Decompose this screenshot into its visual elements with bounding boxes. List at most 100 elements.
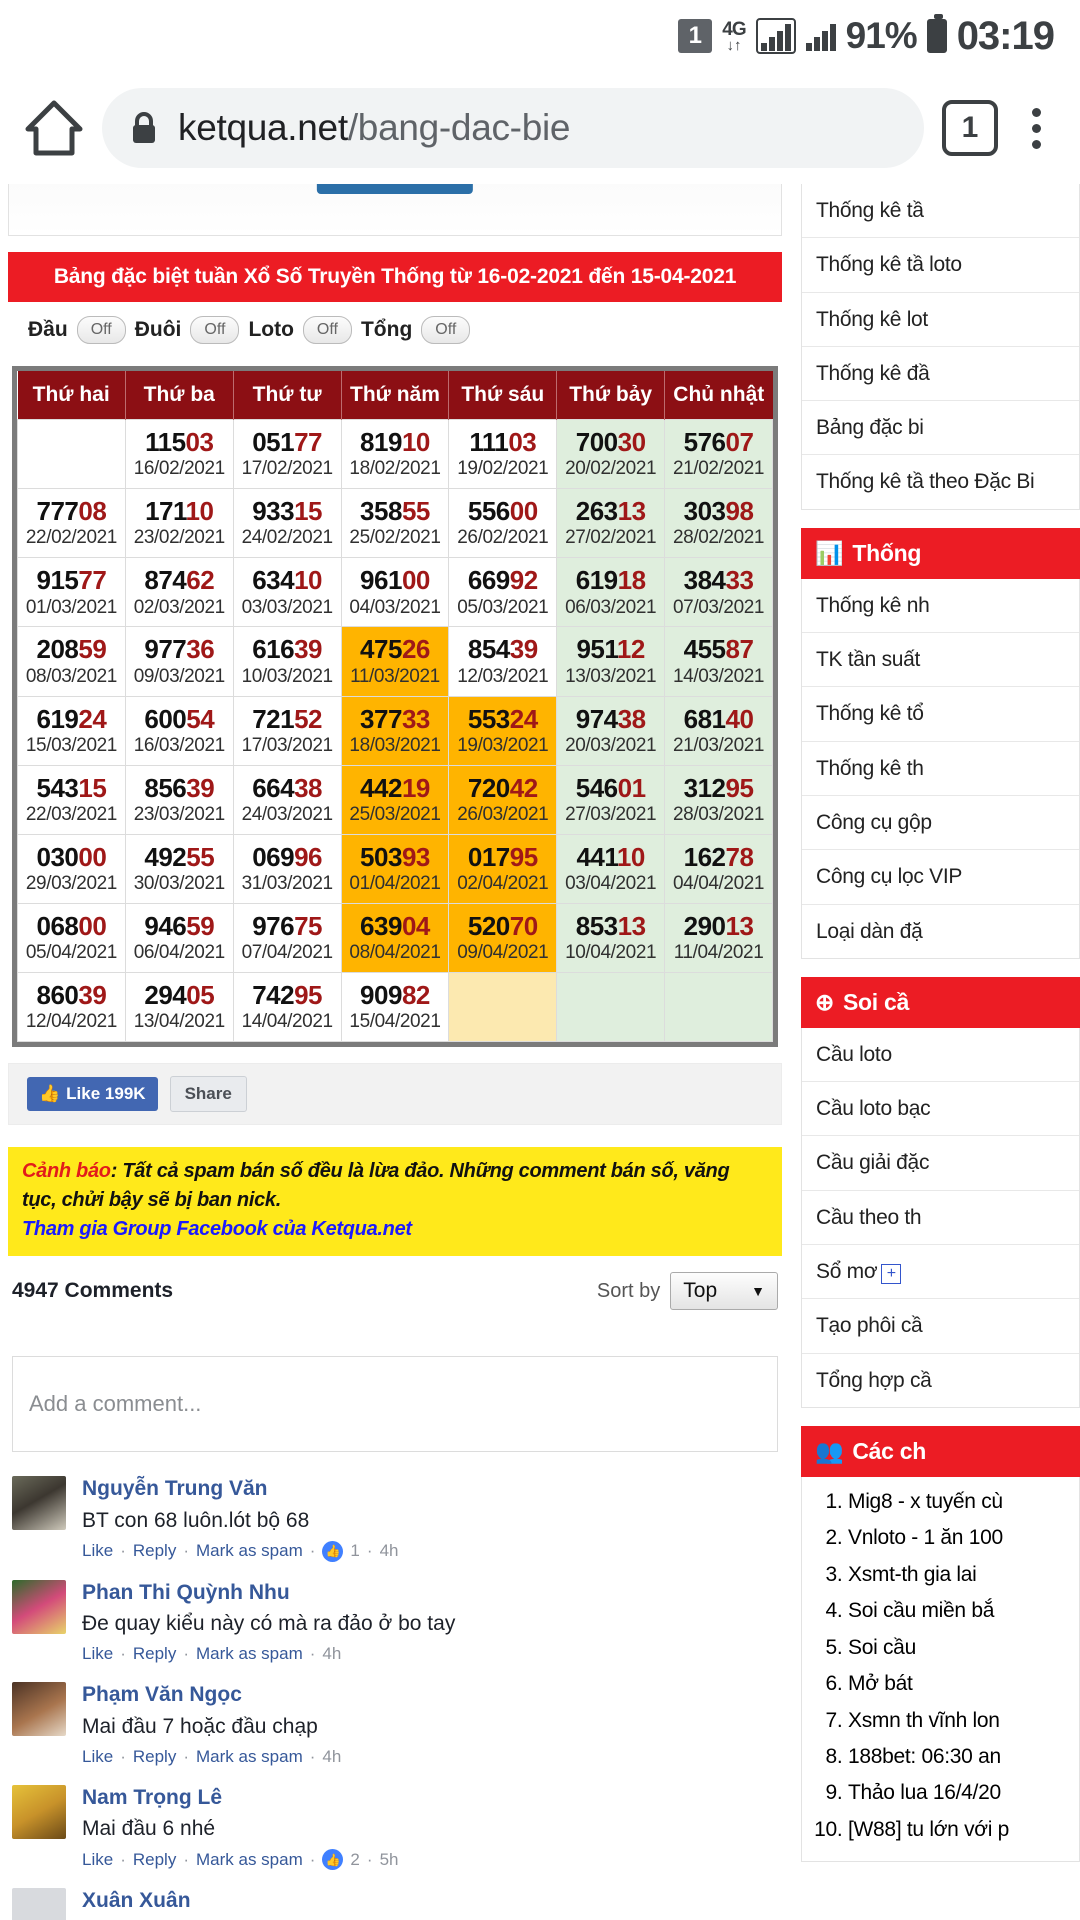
- plus-icon[interactable]: +: [881, 1264, 902, 1285]
- sidebar-item[interactable]: Thống kê tầ: [802, 184, 1079, 239]
- lottery-number: 96100: [360, 565, 430, 596]
- lottery-number: 06800: [36, 910, 107, 941]
- table-row: 91577 01/03/2021 87462 02/03/2021 63410 03/03…: [17, 557, 773, 628]
- sidebar-item[interactable]: Thống kê tổ: [802, 687, 1079, 742]
- sort-by-label: Sort by: [596, 1279, 661, 1302]
- sidebar-item[interactable]: Thống kê đầ: [802, 347, 1079, 402]
- table-row: 54315 22/03/2021 85639 23/03/2021 66438 24/03…: [17, 764, 773, 835]
- sidebar-list-item[interactable]: Vnloto - 1 ăn 100: [848, 1523, 1065, 1553]
- xem-ket-qua-button[interactable]: Xem kết quả: [316, 184, 474, 194]
- comment-action-mark-as-spam[interactable]: Mark as spam: [196, 1541, 303, 1561]
- kebab-menu-icon[interactable]: [1016, 107, 1056, 149]
- comment-author[interactable]: Phạm Văn Ngọc: [82, 1682, 341, 1708]
- facebook-like-button[interactable]: 👍 Like 199K: [27, 1077, 158, 1112]
- sidebar-item[interactable]: Thống kê nh: [802, 579, 1079, 634]
- sidebar-list-item[interactable]: Soi cầu miền bắ: [848, 1596, 1065, 1626]
- table-cell: 66992 05/03/2021: [448, 557, 558, 628]
- sidebar-list-item[interactable]: Thảo lua 16/4/20: [848, 1778, 1065, 1808]
- facebook-group-link[interactable]: Tham gia Group Facebook của Ketqua.net: [22, 1215, 768, 1244]
- comment-action-mark-as-spam[interactable]: Mark as spam: [196, 1644, 303, 1664]
- facebook-share-button[interactable]: Share: [169, 1076, 247, 1113]
- toggle-switch-dau[interactable]: Off: [76, 316, 126, 344]
- sidebar-item[interactable]: Tổng hợp cầ: [802, 1354, 1079, 1407]
- sidebar-list-item[interactable]: Xsmt-th gia lai: [848, 1560, 1065, 1590]
- sidebar-item[interactable]: Cầu loto bạc: [802, 1082, 1079, 1137]
- tab-counter-button[interactable]: 1: [942, 100, 998, 156]
- comment-meta: Like · Reply · Mark as spam · 4h: [82, 1747, 341, 1767]
- sidebar-item[interactable]: Cầu loto: [802, 1028, 1079, 1083]
- sidebar-item[interactable]: Thống kê tầ loto: [802, 238, 1079, 293]
- lottery-number: 81910: [360, 427, 430, 457]
- comment-action-reply[interactable]: Reply: [133, 1747, 176, 1767]
- comment-action-reply[interactable]: Reply: [133, 1541, 176, 1561]
- comment-action-like[interactable]: Like: [82, 1541, 113, 1561]
- sidebar-item[interactable]: TK tần suất: [802, 633, 1079, 688]
- sidebar-item[interactable]: Thống kê tầ theo Đặc Bi: [802, 455, 1079, 508]
- sidebar-heading-cacch-label: Các ch: [852, 1437, 926, 1464]
- sidebar-item[interactable]: Tạo phôi cầ: [802, 1299, 1079, 1354]
- comment-action-like[interactable]: Like: [82, 1850, 113, 1870]
- add-comment-input[interactable]: Add a comment...: [12, 1356, 778, 1453]
- lottery-date: 02/03/2021: [133, 596, 225, 618]
- sidebar-list-item[interactable]: Xsmn th vĩnh lon: [848, 1706, 1065, 1736]
- comment-action-reply[interactable]: Reply: [133, 1850, 176, 1870]
- lottery-number: 97675: [252, 910, 323, 941]
- sidebar-item[interactable]: Bảng đặc bi: [802, 401, 1079, 456]
- separator: ·: [120, 1849, 126, 1869]
- sidebar-item[interactable]: Sổ mơ +: [802, 1245, 1079, 1300]
- lottery-number: 11103: [469, 427, 537, 457]
- toggle-switch-tong[interactable]: Off: [421, 316, 471, 344]
- table-cell: 85439 12/03/2021: [448, 626, 558, 697]
- sidebar-list-item[interactable]: Mở bát: [848, 1669, 1065, 1699]
- comment-action-mark-as-spam[interactable]: Mark as spam: [196, 1747, 303, 1767]
- home-icon[interactable]: [24, 99, 84, 157]
- bar-chart-icon: 📊: [815, 539, 844, 566]
- sidebar-item[interactable]: Thống kê lot: [802, 293, 1079, 347]
- table-cell: 74295 14/04/2021: [232, 972, 342, 1043]
- main-content: Xem kết quả Bảng đặc biệt tuần Xổ Số Tru…: [0, 184, 790, 1920]
- comment-item: Nam Trọng Lê Mai đầu 6 nhé Like · Reply · Mark…: [12, 1784, 778, 1871]
- sidebar-list-item[interactable]: [W88] tu lớn với p: [848, 1815, 1065, 1845]
- avatar: [12, 1784, 66, 1839]
- comment-author[interactable]: Phan Thi Quỳnh Nhu: [82, 1580, 455, 1606]
- lottery-date: 11/03/2021: [350, 665, 440, 687]
- sidebar-item[interactable]: Cầu theo th: [802, 1191, 1079, 1246]
- sidebar-item[interactable]: Loại dàn đặ: [802, 905, 1079, 958]
- comment-author[interactable]: Nguyễn Trung Văn: [82, 1476, 398, 1502]
- comment-timestamp: 4h: [322, 1746, 342, 1766]
- sidebar-list-item[interactable]: Mig8 - x tuyến cù: [848, 1487, 1065, 1517]
- lottery-number: 03000: [36, 841, 107, 872]
- toggle-switch-loto[interactable]: Off: [302, 316, 352, 344]
- lottery-number: 74295: [252, 980, 323, 1011]
- sidebar-item[interactable]: Thống kê th: [802, 742, 1079, 796]
- sidebar-list-item[interactable]: 188bet: 06:30 an: [848, 1742, 1065, 1772]
- comment-action-like[interactable]: Like: [82, 1644, 113, 1664]
- comment-action-reply[interactable]: Reply: [133, 1644, 176, 1664]
- lottery-date: 22/03/2021: [25, 804, 117, 825]
- sidebar-list-item[interactable]: Soi cầu: [848, 1633, 1065, 1663]
- sidebar-item[interactable]: Công cụ gộp: [802, 796, 1079, 851]
- sidebar-group-1: Thống kê tầ Thống kê tầ loto Thống kê lot T…: [801, 184, 1080, 510]
- lottery-date: 29/03/2021: [25, 873, 117, 895]
- table-cell: 45587 14/03/2021: [664, 626, 773, 697]
- comment-author[interactable]: Nam Trọng Lê: [82, 1785, 398, 1811]
- comment-action-mark-as-spam[interactable]: Mark as spam: [196, 1850, 303, 1870]
- lottery-number: 86039: [36, 980, 107, 1011]
- table-cell: 37733 18/03/2021: [340, 695, 450, 766]
- table-cell: 49255 30/03/2021: [124, 833, 234, 904]
- lottery-date: 27/03/2021: [565, 804, 657, 825]
- sort-by-select[interactable]: Top ▼: [670, 1272, 778, 1311]
- lottery-number: 17110: [145, 496, 214, 527]
- lottery-date: 03/03/2021: [241, 596, 333, 618]
- sidebar-item[interactable]: Công cụ lọc VIP: [802, 850, 1079, 905]
- address-bar[interactable]: ketqua.net/bang-dac-bie: [102, 88, 924, 168]
- comment-author[interactable]: Xuân Xuân: [82, 1888, 341, 1914]
- sidebar-item[interactable]: Cầu giải đặc: [802, 1136, 1079, 1191]
- lottery-number: 87462: [144, 565, 215, 596]
- toggle-switch-duoi[interactable]: Off: [190, 316, 240, 344]
- lottery-date: 02/04/2021: [457, 873, 549, 895]
- thumbs-up-icon: 👍: [322, 1849, 344, 1871]
- comment-action-like[interactable]: Like: [82, 1747, 113, 1767]
- lottery-number: 85313: [575, 910, 646, 941]
- lottery-number: 60054: [144, 703, 215, 734]
